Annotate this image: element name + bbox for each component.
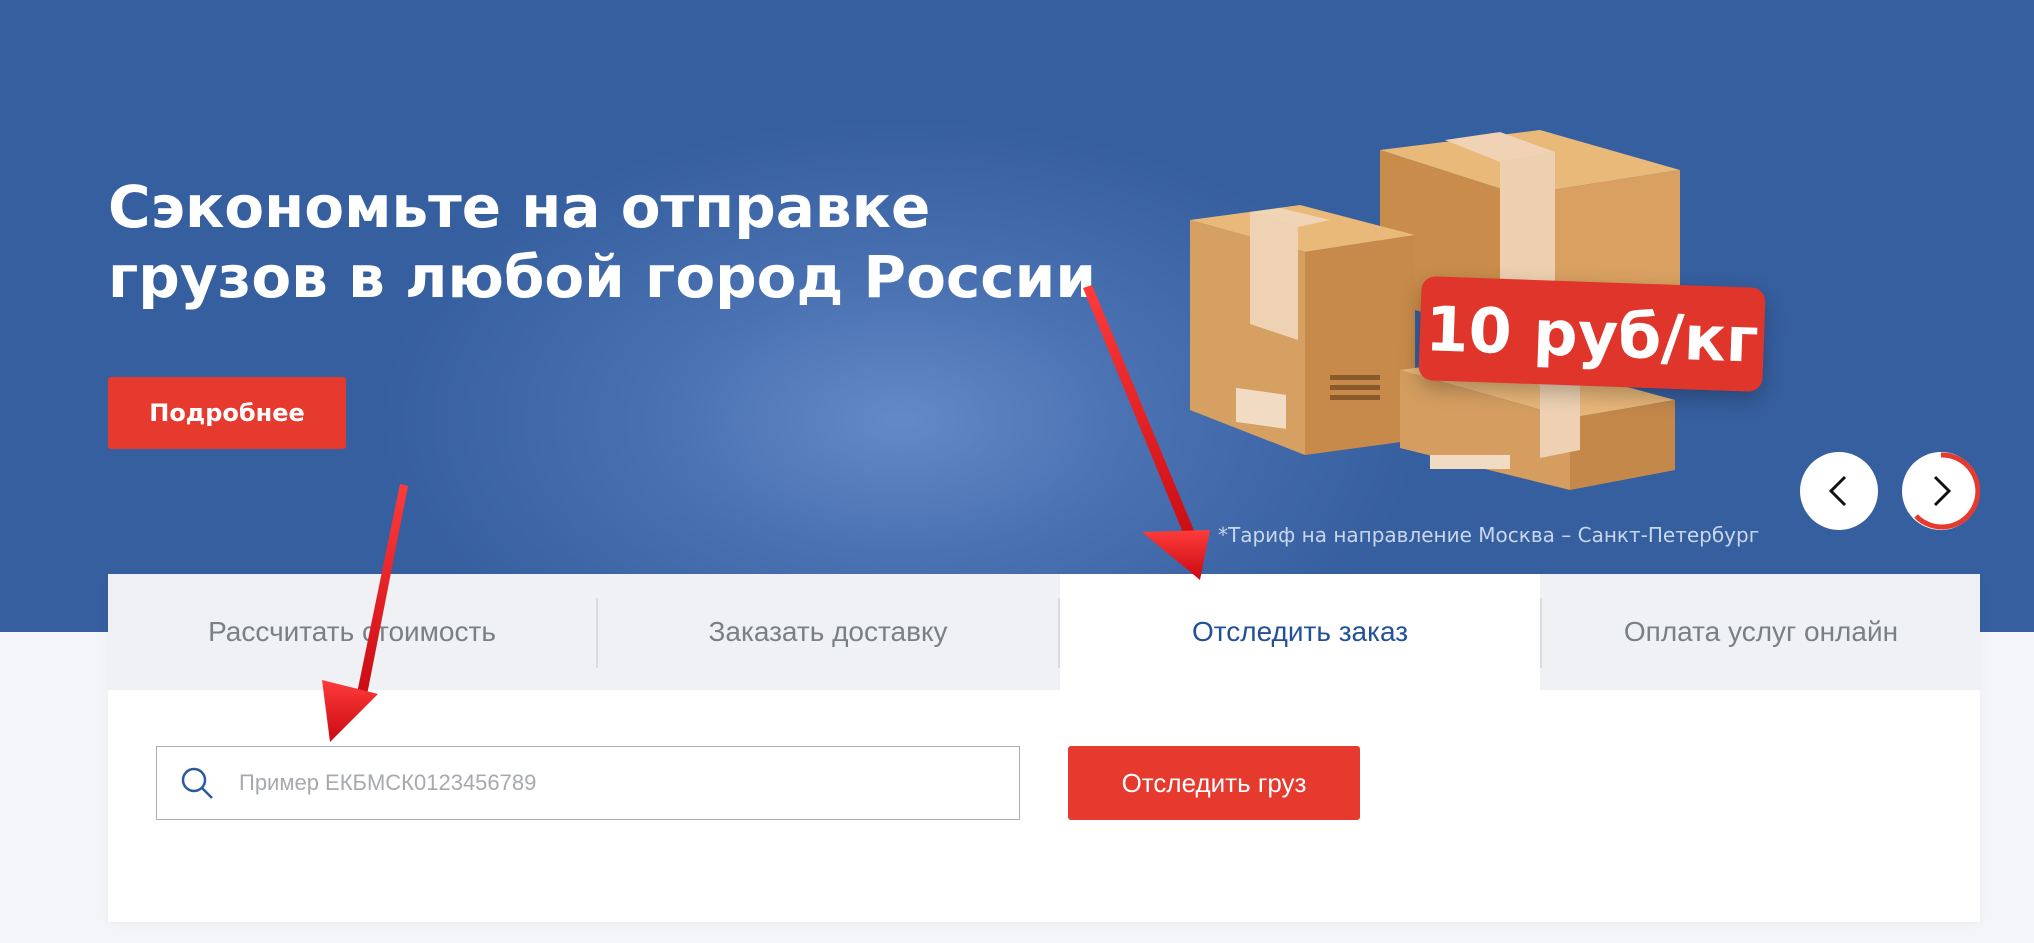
tab-track-order[interactable]: Отследить заказ (1060, 574, 1540, 690)
price-badge: 10 руб/кг (1418, 276, 1766, 392)
chevron-left-icon (1828, 475, 1847, 507)
services-panel: Рассчитать стоимость Заказать доставку О… (108, 574, 1980, 922)
tab-calculate-cost[interactable]: Рассчитать стоимость (108, 574, 596, 690)
banner-title: Сэкономьте на отправке грузов в любой го… (108, 173, 1096, 311)
slide-progress-ring (1914, 452, 1980, 530)
more-button[interactable]: Подробнее (108, 377, 346, 449)
promo-banner: Сэкономьте на отправке грузов в любой го… (0, 0, 2034, 632)
search-icon (157, 766, 237, 800)
slider-prev-button[interactable] (1800, 452, 1878, 530)
tariff-note: *Тариф на направление Москва – Санкт-Пет… (1218, 523, 1760, 547)
tracking-search-field[interactable] (156, 746, 1020, 820)
service-tabs: Рассчитать стоимость Заказать доставку О… (108, 574, 1980, 690)
slider-next-button[interactable] (1902, 452, 1980, 530)
tab-online-payment[interactable]: Оплата услуг онлайн (1542, 574, 1980, 690)
tracking-number-input[interactable] (239, 770, 979, 796)
track-cargo-button[interactable]: Отследить груз (1068, 746, 1360, 820)
tab-order-delivery[interactable]: Заказать доставку (598, 574, 1058, 690)
